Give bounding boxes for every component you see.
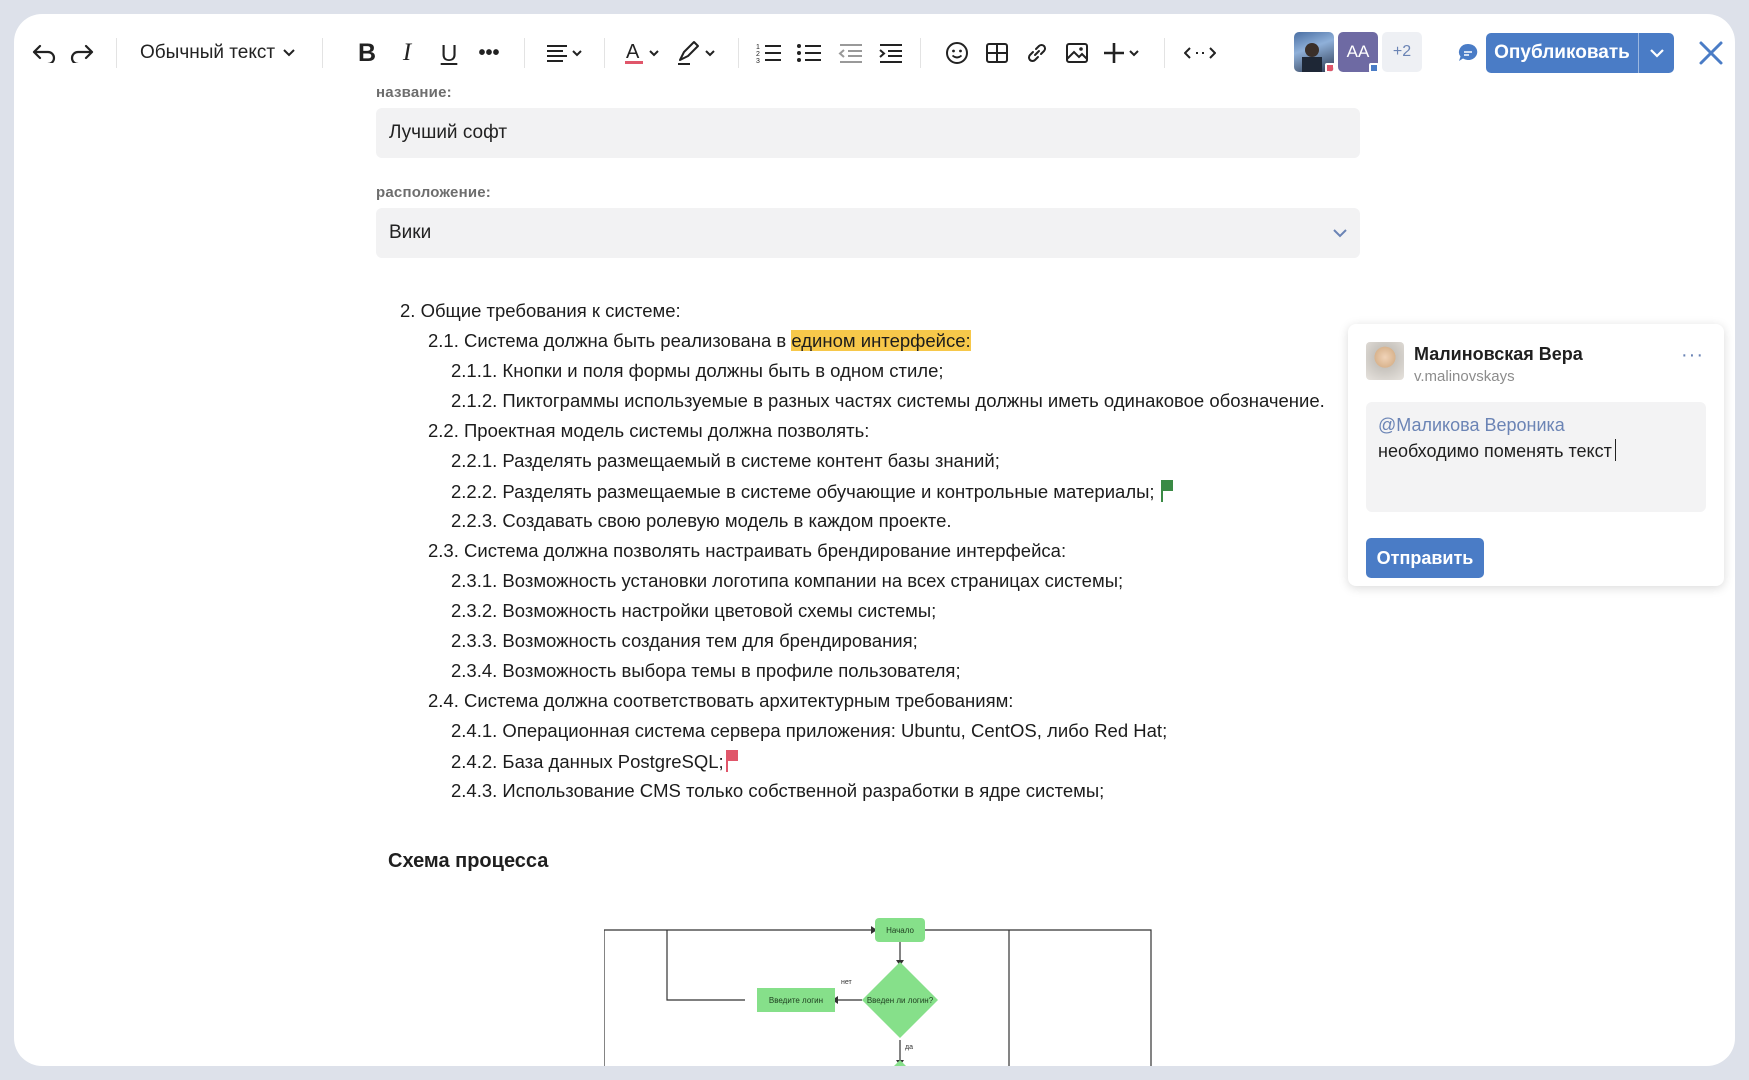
bullet-list-icon[interactable]: [792, 34, 826, 72]
doc-line: 2.4.2. База данных PostgreSQL;: [451, 750, 738, 773]
toolbar: Обычный текст B I U ••• A 123 АА +2 Опуб…: [14, 14, 1735, 90]
name-label: название:: [376, 84, 452, 101]
text-cursor: [1614, 439, 1616, 461]
align-icon[interactable]: [540, 34, 590, 72]
comment-mention[interactable]: @Маликова Вероника: [1378, 412, 1694, 438]
comment-text: необходимо поменять текст: [1378, 441, 1612, 461]
chevron-down-icon: [283, 49, 295, 57]
red-flag-icon[interactable]: [725, 750, 738, 772]
link-icon[interactable]: [1020, 34, 1054, 72]
image-icon[interactable]: [1060, 34, 1094, 72]
send-label: Отправить: [1376, 547, 1474, 568]
comment-author-avatar: [1366, 342, 1404, 380]
toolbar-divider: [1164, 38, 1165, 68]
name-input[interactable]: Лучший софт: [376, 108, 1360, 158]
green-flag-icon[interactable]: [1160, 480, 1173, 502]
toolbar-divider: [738, 38, 739, 68]
location-select[interactable]: Вики: [376, 208, 1360, 258]
section-title: Схема процесса: [388, 850, 549, 872]
numbered-list-icon[interactable]: 123: [752, 34, 786, 72]
doc-line: 2.2.3. Создавать свою ролевую модель в к…: [451, 510, 952, 531]
editor-window: Обычный текст B I U ••• A 123 АА +2 Опуб…: [14, 14, 1735, 1066]
diagram-no-label: нет: [841, 979, 852, 986]
outdent-icon[interactable]: [834, 34, 868, 72]
more-options-icon[interactable]: ···: [1681, 344, 1704, 367]
avatar-initials-label: АА: [1346, 42, 1370, 61]
toolbar-divider: [322, 38, 323, 68]
doc-line: 2.2.2. Разделять размещаемые в системе о…: [451, 480, 1173, 503]
comment-input[interactable]: @Маликова Вероника необходимо поменять т…: [1366, 402, 1706, 512]
svg-text:1: 1: [756, 44, 760, 51]
redo-icon[interactable]: [64, 34, 100, 72]
table-icon[interactable]: [980, 34, 1014, 72]
diagram-login-node[interactable]: Введите логин: [757, 988, 835, 1012]
publish-button[interactable]: Опубликовать: [1486, 33, 1674, 73]
text-style-select[interactable]: Обычный текст: [140, 34, 295, 72]
close-icon[interactable]: [1694, 34, 1728, 72]
collaborator-avatar[interactable]: [1294, 32, 1334, 72]
status-dot: [1325, 63, 1334, 72]
comment-card: Малиновская Вера v.malinovskays ··· @Мал…: [1348, 324, 1724, 586]
location-label: расположение:: [376, 184, 491, 201]
doc-line: 2.4. Система должна соответствовать архи…: [428, 690, 1014, 711]
comment-author-name: Малиновская Вера: [1414, 344, 1583, 364]
underline-icon[interactable]: U: [432, 34, 466, 72]
diagram-decision-node[interactable]: Введен ли логин?: [862, 992, 938, 1008]
chevron-down-icon: [1649, 48, 1664, 58]
toolbar-divider: [604, 38, 605, 68]
doc-line: 2.2. Проектная модель системы должна поз…: [428, 420, 870, 441]
doc-line: 2.1.1. Кнопки и поля формы должны быть в…: [451, 360, 944, 381]
more-collaborators-badge[interactable]: +2: [1382, 32, 1422, 72]
comment-author-username: v.malinovskays: [1414, 368, 1515, 385]
highlighted-text[interactable]: едином интерфейсе:: [791, 330, 971, 351]
send-button[interactable]: Отправить: [1366, 538, 1484, 578]
doc-line: 2.2.1. Разделять размещаемый в системе к…: [451, 450, 1000, 471]
indent-icon[interactable]: [874, 34, 908, 72]
name-value: Лучший софт: [389, 122, 508, 143]
diagram-yes-label: да: [905, 1044, 913, 1051]
publish-dropdown[interactable]: [1638, 33, 1674, 73]
insert-plus-icon[interactable]: [1102, 34, 1146, 72]
doc-line: 2.3.3. Возможность создания тем для брен…: [451, 630, 918, 651]
undo-icon[interactable]: [26, 34, 62, 72]
highlighter-icon[interactable]: [674, 34, 722, 72]
toolbar-divider: [116, 38, 117, 68]
doc-line: 2.1. Система должна быть реализована в е…: [428, 330, 971, 351]
bold-icon[interactable]: B: [350, 34, 384, 72]
chevron-down-icon: [1333, 228, 1347, 237]
toolbar-divider: [920, 38, 921, 68]
status-dot: [1369, 63, 1379, 73]
doc-line: 2.3. Система должна позволять настраиват…: [428, 540, 1067, 561]
emoji-icon[interactable]: [940, 34, 974, 72]
doc-line: 2.1.2. Пиктограммы используемые в разных…: [451, 390, 1325, 411]
collaborator-avatar-initials[interactable]: АА: [1338, 32, 1379, 73]
location-value: Вики: [389, 222, 432, 243]
comments-icon[interactable]: [1450, 34, 1486, 72]
doc-line: 2.3.2. Возможность настройки цветовой сх…: [451, 600, 937, 621]
text-style-label: Обычный текст: [140, 42, 276, 63]
diagram-start-node[interactable]: Начало: [875, 918, 925, 942]
italic-icon[interactable]: I: [390, 34, 424, 72]
width-toggle-icon[interactable]: [1180, 34, 1220, 72]
doc-line: 2.4.1. Операционная система сервера прил…: [451, 720, 1168, 741]
publish-label: Опубликовать: [1494, 42, 1630, 63]
svg-text:3: 3: [756, 58, 760, 64]
svg-text:A: A: [626, 41, 640, 63]
more-formatting-icon[interactable]: •••: [472, 34, 506, 72]
svg-text:2: 2: [756, 51, 760, 58]
text-color-icon[interactable]: A: [622, 34, 666, 72]
doc-line: 2.3.1. Возможность установки логотипа ко…: [451, 570, 1124, 591]
doc-line: 2.4.3. Использование CMS только собствен…: [451, 780, 1105, 801]
doc-line: 2. Общие требования к системе:: [400, 300, 681, 321]
more-collaborators-count: +2: [1392, 43, 1412, 60]
toolbar-divider: [524, 38, 525, 68]
doc-line: 2.3.4. Возможность выбора темы в профиле…: [451, 660, 961, 681]
